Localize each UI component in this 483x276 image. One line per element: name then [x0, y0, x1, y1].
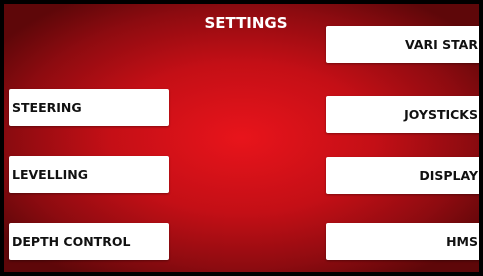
depth-control-button[interactable]: DEPTH CONTROL [9, 223, 169, 260]
vari-star-button[interactable]: VARI STAR [326, 26, 479, 63]
display-button[interactable]: DISPLAY [326, 157, 479, 194]
joysticks-button[interactable]: JOYSTICKS [326, 96, 479, 133]
steering-button[interactable]: STEERING [9, 89, 169, 126]
hms-button[interactable]: HMS [326, 223, 479, 260]
levelling-button[interactable]: LEVELLING [9, 156, 169, 193]
settings-screen: SETTINGS VARI STAR STEERING JOYSTICKS LE… [0, 0, 483, 276]
page-title: SETTINGS [204, 14, 288, 32]
